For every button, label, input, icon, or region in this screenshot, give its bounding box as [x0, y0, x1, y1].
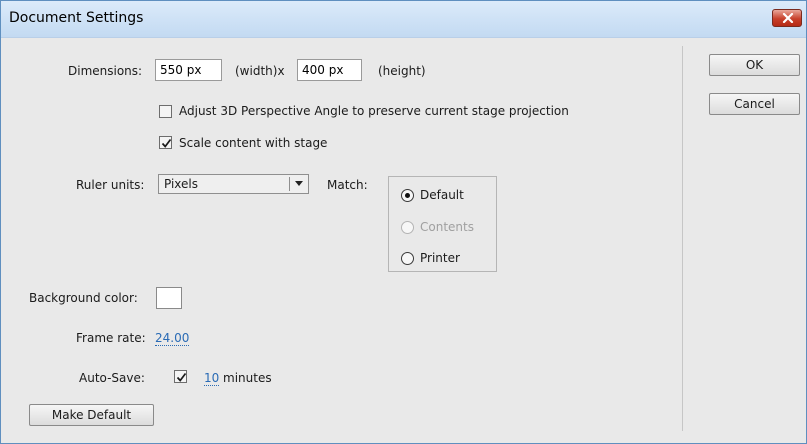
dimensions-label: Dimensions:: [68, 64, 143, 78]
height-field[interactable]: [297, 59, 362, 81]
ruler-units-dropdown[interactable]: Pixels: [158, 174, 309, 194]
match-label: Match:: [327, 178, 368, 192]
chevron-down-icon: [295, 181, 303, 186]
height-suffix: (height): [378, 64, 426, 78]
autosave-label: Auto-Save:: [79, 371, 145, 385]
dropdown-separator: [289, 177, 290, 191]
autosave-unit: minutes: [223, 371, 272, 385]
close-icon: [782, 13, 794, 23]
frame-rate-value[interactable]: 24.00: [155, 331, 190, 346]
match-printer-radio[interactable]: [401, 252, 414, 265]
dialog-content: Dimensions: (width)x (height) Adjust 3D …: [1, 38, 806, 443]
check-icon: [176, 372, 187, 382]
scale-content-checkbox[interactable]: [159, 136, 172, 149]
document-settings-dialog: Document Settings Dimensions: (width)x (…: [0, 0, 807, 444]
ruler-units-label: Ruler units:: [76, 178, 145, 192]
background-color-label: Background color:: [29, 291, 138, 305]
make-default-button[interactable]: Make Default: [29, 404, 154, 426]
autosave-checkbox[interactable]: [174, 370, 187, 383]
ok-button[interactable]: OK: [709, 54, 800, 76]
adjust-3d-label: Adjust 3D Perspective Angle to preserve …: [179, 104, 569, 118]
match-default-label: Default: [420, 188, 464, 202]
width-field[interactable]: [155, 59, 222, 81]
title-bar[interactable]: Document Settings: [1, 1, 806, 38]
match-contents-radio: [401, 221, 414, 234]
vertical-separator: [682, 46, 683, 431]
match-group: Default Contents Printer: [388, 176, 497, 272]
frame-rate-label: Frame rate:: [76, 331, 146, 345]
adjust-3d-checkbox[interactable]: [159, 105, 172, 118]
width-suffix: (width)x: [235, 64, 285, 78]
dialog-title: Document Settings: [9, 10, 144, 26]
match-contents-label: Contents: [420, 220, 474, 234]
scale-content-label: Scale content with stage: [179, 136, 328, 150]
close-button[interactable]: [772, 9, 802, 27]
match-printer-label: Printer: [420, 251, 460, 265]
ruler-units-value: Pixels: [164, 177, 199, 191]
background-color-swatch[interactable]: [156, 287, 182, 309]
match-default-radio[interactable]: [401, 189, 414, 202]
check-icon: [161, 138, 172, 148]
cancel-button[interactable]: Cancel: [709, 93, 800, 115]
autosave-minutes-value[interactable]: 10: [204, 371, 220, 386]
